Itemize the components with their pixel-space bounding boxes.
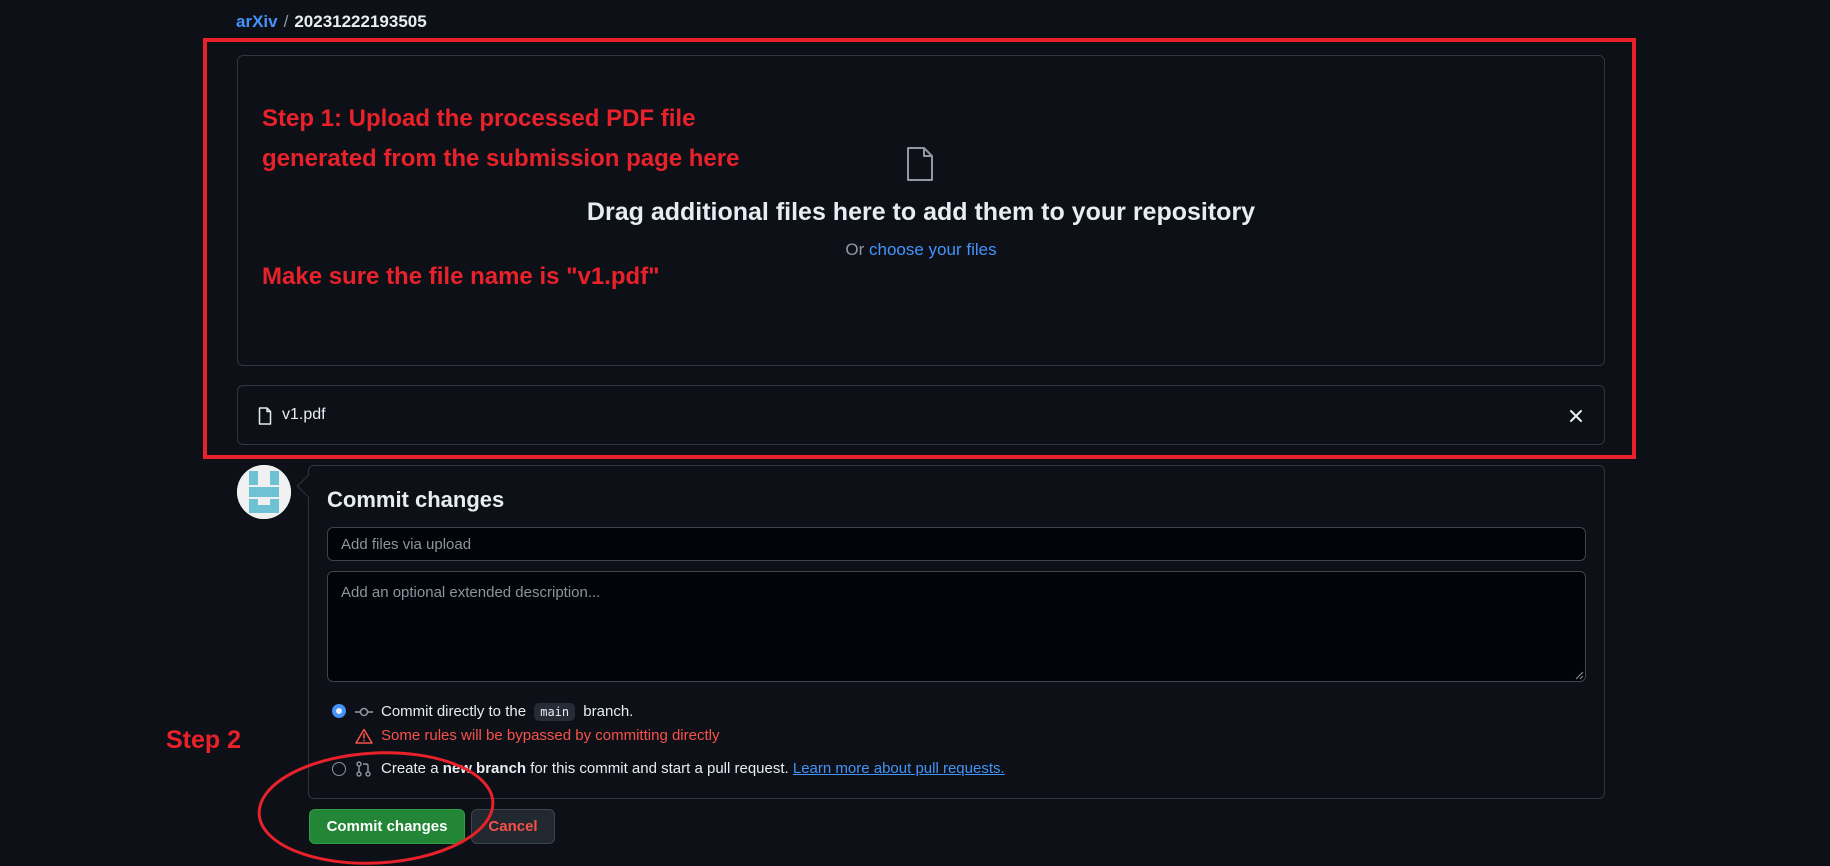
breadcrumb-owner-link[interactable]: arXiv (236, 12, 278, 31)
breadcrumb-repo-name[interactable]: 20231222193505 (294, 12, 426, 31)
git-commit-icon (355, 707, 373, 717)
alert-icon (355, 728, 373, 744)
commit-direct-label[interactable]: Commit directly to the main branch. (381, 703, 634, 721)
new-branch-middle: for this commit and start a pull request… (530, 760, 789, 777)
avatar[interactable] (237, 465, 291, 519)
resize-grip-icon[interactable] (1574, 670, 1584, 680)
commit-summary-input[interactable] (327, 527, 1586, 561)
annotation-highlight-ellipse (257, 751, 495, 865)
annotation-step2: Step 2 (166, 726, 242, 754)
bypass-rules-warning: Some rules will be bypassed by committin… (381, 727, 720, 744)
remove-file-button[interactable] (1566, 404, 1586, 428)
breadcrumb-separator: / (283, 12, 289, 31)
commit-description-textarea[interactable] (327, 571, 1586, 682)
learn-more-pull-requests-link[interactable]: Learn more about pull requests. (793, 760, 1005, 777)
uploaded-file-name: v1.pdf (282, 406, 326, 423)
commit-direct-radio[interactable] (332, 704, 346, 718)
file-icon (258, 407, 272, 425)
uploaded-file-row (237, 385, 1605, 445)
commit-direct-prefix: Commit directly to the (381, 703, 527, 720)
identicon-avatar-image (237, 465, 291, 519)
commit-panel-title: Commit changes (327, 487, 505, 512)
branch-name-chip: main (534, 703, 576, 721)
breadcrumb: arXiv / 20231222193505 (236, 12, 427, 32)
close-icon (1570, 410, 1582, 422)
commit-direct-suffix: branch. (583, 703, 634, 720)
